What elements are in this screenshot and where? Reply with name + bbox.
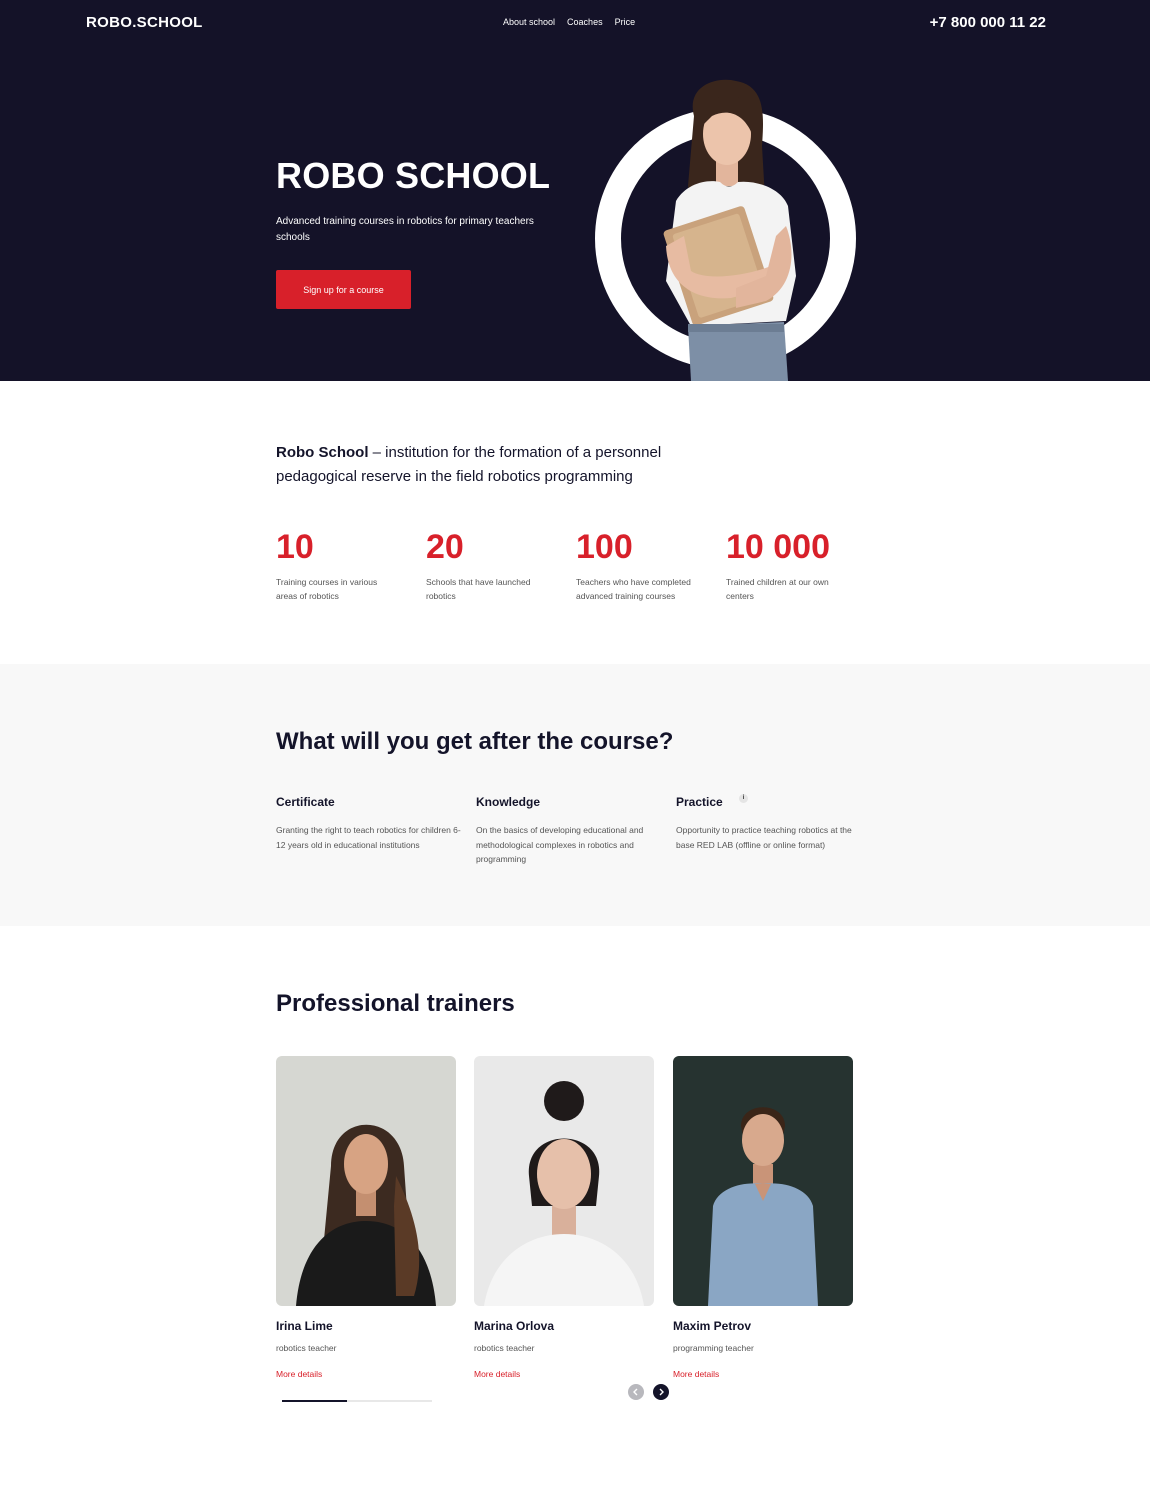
trainer-role: robotics teacher — [276, 1343, 337, 1353]
phone-number[interactable]: +7 800 000 11 22 — [930, 14, 1046, 31]
intro-statement: Robo School – institution for the format… — [276, 441, 696, 489]
stat-value: 10 — [276, 528, 314, 566]
info-icon[interactable]: i — [739, 794, 748, 803]
stats-row: 10 Training courses in various areas of … — [276, 527, 876, 603]
slider-progress-bar — [282, 1400, 432, 1402]
hero-subtitle: Advanced training courses in robotics fo… — [276, 216, 534, 243]
benefit-title: Certificate — [276, 795, 335, 809]
stat-label: Teachers who have completed advanced tra… — [576, 577, 691, 601]
trainer-card[interactable]: Marina Orlova robotics teacher More deta… — [474, 1056, 654, 1379]
trainer-role: programming teacher — [673, 1343, 754, 1353]
trainer-photo — [474, 1056, 654, 1306]
benefit-text: On the basics of developing educational … — [476, 825, 644, 864]
sign-up-course-button[interactable]: Sign up for a course — [276, 270, 411, 309]
trainers-title: Professional trainers — [276, 990, 515, 1017]
benefit-knowledge: Knowledge On the basics of developing ed… — [476, 795, 676, 867]
benefits-columns: Certificate Granting the right to teach … — [276, 795, 876, 867]
benefit-practice: Practice Opportunity to practice teachin… — [676, 795, 876, 867]
arrow-right-icon — [659, 1388, 664, 1396]
trainer-name: Irina Lime — [276, 1319, 333, 1333]
stat-label: Trained children at our own centers — [726, 577, 829, 601]
stat-label: Schools that have launched robotics — [426, 577, 531, 601]
stat-item: 10 000 Trained children at our own cente… — [726, 527, 876, 603]
stat-item: 20 Schools that have launched robotics — [426, 527, 576, 603]
hero-section: ROBO.SCHOOL About school Coaches Price +… — [0, 0, 1150, 381]
top-navigation-bar: ROBO.SCHOOL About school Coaches Price +… — [0, 0, 1150, 46]
trainer-photo — [276, 1056, 456, 1306]
stat-item: 100 Teachers who have completed advanced… — [576, 527, 726, 603]
arrow-left-icon — [633, 1388, 638, 1396]
site-logo[interactable]: ROBO.SCHOOL — [86, 14, 203, 31]
nav-link-price[interactable]: Price — [615, 17, 636, 27]
benefits-section: What will you get after the course? Cert… — [0, 664, 1150, 926]
stat-value: 10 000 — [726, 528, 830, 566]
trainer-name: Marina Orlova — [474, 1319, 555, 1333]
benefit-certificate: Certificate Granting the right to teach … — [276, 795, 476, 867]
more-details-link[interactable]: More details — [276, 1369, 456, 1379]
benefit-text: Opportunity to practice teaching robotic… — [676, 825, 852, 850]
more-details-link[interactable]: More details — [474, 1369, 654, 1379]
hero-student-photo — [663, 79, 796, 381]
benefits-title: What will you get after the course? — [276, 728, 674, 755]
slider-progress-fill — [282, 1400, 347, 1402]
intro-brand: Robo School — [276, 444, 369, 461]
stat-value: 100 — [576, 528, 633, 566]
slider-prev-button[interactable] — [628, 1384, 644, 1400]
stat-value: 20 — [426, 528, 464, 566]
stat-item: 10 Training courses in various areas of … — [276, 527, 426, 603]
stat-label: Training courses in various areas of rob… — [276, 577, 378, 601]
main-nav: About school Coaches Price — [503, 17, 635, 27]
trainer-photo — [673, 1056, 853, 1306]
trainer-card[interactable]: Irina Lime robotics teacher More details — [276, 1056, 456, 1379]
benefit-title: Knowledge — [476, 795, 541, 809]
trainer-role: robotics teacher — [474, 1343, 535, 1353]
hero-title: ROBO SCHOOL — [276, 155, 551, 196]
trainer-name: Maxim Petrov — [673, 1319, 752, 1333]
more-details-link[interactable]: More details — [673, 1369, 853, 1379]
nav-link-about-school[interactable]: About school — [503, 17, 555, 27]
benefit-text: Granting the right to teach robotics for… — [276, 825, 461, 850]
benefit-title: Practice — [676, 795, 723, 809]
nav-link-coaches[interactable]: Coaches — [567, 17, 603, 27]
trainer-card[interactable]: Maxim Petrov programming teacher More de… — [673, 1056, 853, 1379]
slider-next-button[interactable] — [653, 1384, 669, 1400]
